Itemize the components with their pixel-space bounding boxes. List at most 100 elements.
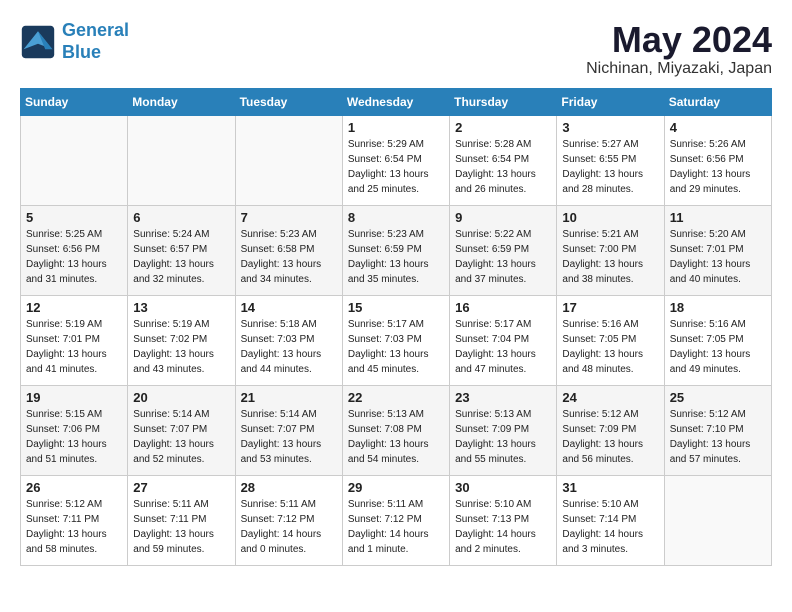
calendar-day-cell: 9 Sunrise: 5:22 AM Sunset: 6:59 PM Daylig… <box>450 205 557 295</box>
calendar-day-cell: 18 Sunrise: 5:16 AM Sunset: 7:05 PM Dayli… <box>664 295 771 385</box>
day-info: Sunrise: 5:16 AM Sunset: 7:05 PM Dayligh… <box>562 317 658 377</box>
calendar-day-cell <box>128 115 235 205</box>
calendar-day-cell: 15 Sunrise: 5:17 AM Sunset: 7:03 PM Dayli… <box>342 295 449 385</box>
calendar-day-cell: 5 Sunrise: 5:25 AM Sunset: 6:56 PM Daylig… <box>21 205 128 295</box>
day-info: Sunrise: 5:14 AM Sunset: 7:07 PM Dayligh… <box>133 407 229 467</box>
logo: General Blue <box>20 20 129 63</box>
day-info: Sunrise: 5:17 AM Sunset: 7:04 PM Dayligh… <box>455 317 551 377</box>
day-number: 17 <box>562 300 658 315</box>
day-number: 25 <box>670 390 766 405</box>
day-number: 27 <box>133 480 229 495</box>
day-number: 3 <box>562 120 658 135</box>
day-info: Sunrise: 5:22 AM Sunset: 6:59 PM Dayligh… <box>455 227 551 287</box>
calendar-day-cell: 28 Sunrise: 5:11 AM Sunset: 7:12 PM Dayli… <box>235 475 342 565</box>
day-number: 4 <box>670 120 766 135</box>
day-info: Sunrise: 5:27 AM Sunset: 6:55 PM Dayligh… <box>562 137 658 197</box>
calendar-day-cell: 7 Sunrise: 5:23 AM Sunset: 6:58 PM Daylig… <box>235 205 342 295</box>
header: General Blue May 2024 Nichinan, Miyazaki… <box>20 20 772 78</box>
day-number: 29 <box>348 480 444 495</box>
logo-icon <box>20 24 56 60</box>
calendar-day-cell: 23 Sunrise: 5:13 AM Sunset: 7:09 PM Dayli… <box>450 385 557 475</box>
calendar-day-cell: 20 Sunrise: 5:14 AM Sunset: 7:07 PM Dayli… <box>128 385 235 475</box>
calendar-day-cell: 26 Sunrise: 5:12 AM Sunset: 7:11 PM Dayli… <box>21 475 128 565</box>
day-info: Sunrise: 5:20 AM Sunset: 7:01 PM Dayligh… <box>670 227 766 287</box>
weekday-header-row: SundayMondayTuesdayWednesdayThursdayFrid… <box>21 88 772 115</box>
day-info: Sunrise: 5:24 AM Sunset: 6:57 PM Dayligh… <box>133 227 229 287</box>
calendar-day-cell: 2 Sunrise: 5:28 AM Sunset: 6:54 PM Daylig… <box>450 115 557 205</box>
calendar-day-cell: 3 Sunrise: 5:27 AM Sunset: 6:55 PM Daylig… <box>557 115 664 205</box>
calendar-day-cell: 4Sunrise: 5:26 AM Sunset: 6:56 PM Daylig… <box>664 115 771 205</box>
calendar-day-cell: 13 Sunrise: 5:19 AM Sunset: 7:02 PM Dayli… <box>128 295 235 385</box>
calendar-body: 1Sunrise: 5:29 AM Sunset: 6:54 PM Daylig… <box>21 115 772 565</box>
day-info: Sunrise: 5:23 AM Sunset: 6:58 PM Dayligh… <box>241 227 337 287</box>
day-info: Sunrise: 5:12 AM Sunset: 7:09 PM Dayligh… <box>562 407 658 467</box>
day-number: 15 <box>348 300 444 315</box>
calendar-day-cell: 25 Sunrise: 5:12 AM Sunset: 7:10 PM Dayli… <box>664 385 771 475</box>
calendar-day-cell: 12Sunrise: 5:19 AM Sunset: 7:01 PM Dayli… <box>21 295 128 385</box>
day-number: 19 <box>26 390 122 405</box>
calendar-day-cell: 8Sunrise: 5:23 AM Sunset: 6:59 PM Daylig… <box>342 205 449 295</box>
day-info: Sunrise: 5:19 AM Sunset: 7:01 PM Dayligh… <box>26 317 122 377</box>
day-number: 28 <box>241 480 337 495</box>
day-number: 7 <box>241 210 337 225</box>
day-info: Sunrise: 5:11 AM Sunset: 7:12 PM Dayligh… <box>348 497 444 557</box>
calendar-table: SundayMondayTuesdayWednesdayThursdayFrid… <box>20 88 772 566</box>
calendar-day-cell: 10 Sunrise: 5:21 AM Sunset: 7:00 PM Dayli… <box>557 205 664 295</box>
day-number: 10 <box>562 210 658 225</box>
calendar-week-row: 26 Sunrise: 5:12 AM Sunset: 7:11 PM Dayli… <box>21 475 772 565</box>
logo-text: General Blue <box>62 20 129 63</box>
day-number: 2 <box>455 120 551 135</box>
day-number: 11 <box>670 210 766 225</box>
day-number: 20 <box>133 390 229 405</box>
day-number: 22 <box>348 390 444 405</box>
day-info: Sunrise: 5:12 AM Sunset: 7:10 PM Dayligh… <box>670 407 766 467</box>
day-info: Sunrise: 5:16 AM Sunset: 7:05 PM Dayligh… <box>670 317 766 377</box>
day-number: 14 <box>241 300 337 315</box>
day-info: Sunrise: 5:25 AM Sunset: 6:56 PM Dayligh… <box>26 227 122 287</box>
day-info: Sunrise: 5:13 AM Sunset: 7:09 PM Dayligh… <box>455 407 551 467</box>
day-number: 30 <box>455 480 551 495</box>
calendar-day-cell: 21Sunrise: 5:14 AM Sunset: 7:07 PM Dayli… <box>235 385 342 475</box>
calendar-day-cell: 30Sunrise: 5:10 AM Sunset: 7:13 PM Dayli… <box>450 475 557 565</box>
calendar-day-cell: 31 Sunrise: 5:10 AM Sunset: 7:14 PM Dayli… <box>557 475 664 565</box>
calendar-day-cell: 14 Sunrise: 5:18 AM Sunset: 7:03 PM Dayli… <box>235 295 342 385</box>
calendar-day-cell: 22 Sunrise: 5:13 AM Sunset: 7:08 PM Dayli… <box>342 385 449 475</box>
day-info: Sunrise: 5:17 AM Sunset: 7:03 PM Dayligh… <box>348 317 444 377</box>
day-number: 9 <box>455 210 551 225</box>
calendar-day-cell: 11 Sunrise: 5:20 AM Sunset: 7:01 PM Dayli… <box>664 205 771 295</box>
weekday-header-cell: Wednesday <box>342 88 449 115</box>
title-area: May 2024 Nichinan, Miyazaki, Japan <box>586 20 772 78</box>
day-number: 18 <box>670 300 766 315</box>
day-info: Sunrise: 5:10 AM Sunset: 7:14 PM Dayligh… <box>562 497 658 557</box>
day-info: Sunrise: 5:23 AM Sunset: 6:59 PM Dayligh… <box>348 227 444 287</box>
day-number: 26 <box>26 480 122 495</box>
weekday-header-cell: Monday <box>128 88 235 115</box>
day-info: Sunrise: 5:11 AM Sunset: 7:12 PM Dayligh… <box>241 497 337 557</box>
calendar-day-cell: 29 Sunrise: 5:11 AM Sunset: 7:12 PM Dayli… <box>342 475 449 565</box>
day-number: 6 <box>133 210 229 225</box>
calendar-day-cell <box>664 475 771 565</box>
day-info: Sunrise: 5:13 AM Sunset: 7:08 PM Dayligh… <box>348 407 444 467</box>
day-number: 5 <box>26 210 122 225</box>
day-number: 31 <box>562 480 658 495</box>
weekday-header-cell: Thursday <box>450 88 557 115</box>
calendar-day-cell: 24 Sunrise: 5:12 AM Sunset: 7:09 PM Dayli… <box>557 385 664 475</box>
day-info: Sunrise: 5:12 AM Sunset: 7:11 PM Dayligh… <box>26 497 122 557</box>
calendar-week-row: 19 Sunrise: 5:15 AM Sunset: 7:06 PM Dayli… <box>21 385 772 475</box>
day-number: 13 <box>133 300 229 315</box>
day-number: 24 <box>562 390 658 405</box>
day-info: Sunrise: 5:21 AM Sunset: 7:00 PM Dayligh… <box>562 227 658 287</box>
day-info: Sunrise: 5:19 AM Sunset: 7:02 PM Dayligh… <box>133 317 229 377</box>
day-number: 23 <box>455 390 551 405</box>
calendar-week-row: 12Sunrise: 5:19 AM Sunset: 7:01 PM Dayli… <box>21 295 772 385</box>
day-number: 1 <box>348 120 444 135</box>
day-info: Sunrise: 5:28 AM Sunset: 6:54 PM Dayligh… <box>455 137 551 197</box>
day-number: 21 <box>241 390 337 405</box>
day-info: Sunrise: 5:15 AM Sunset: 7:06 PM Dayligh… <box>26 407 122 467</box>
calendar-day-cell: 19 Sunrise: 5:15 AM Sunset: 7:06 PM Dayli… <box>21 385 128 475</box>
calendar-day-cell <box>21 115 128 205</box>
weekday-header-cell: Sunday <box>21 88 128 115</box>
calendar-day-cell: 17 Sunrise: 5:16 AM Sunset: 7:05 PM Dayli… <box>557 295 664 385</box>
location: Nichinan, Miyazaki, Japan <box>586 60 772 78</box>
day-info: Sunrise: 5:18 AM Sunset: 7:03 PM Dayligh… <box>241 317 337 377</box>
